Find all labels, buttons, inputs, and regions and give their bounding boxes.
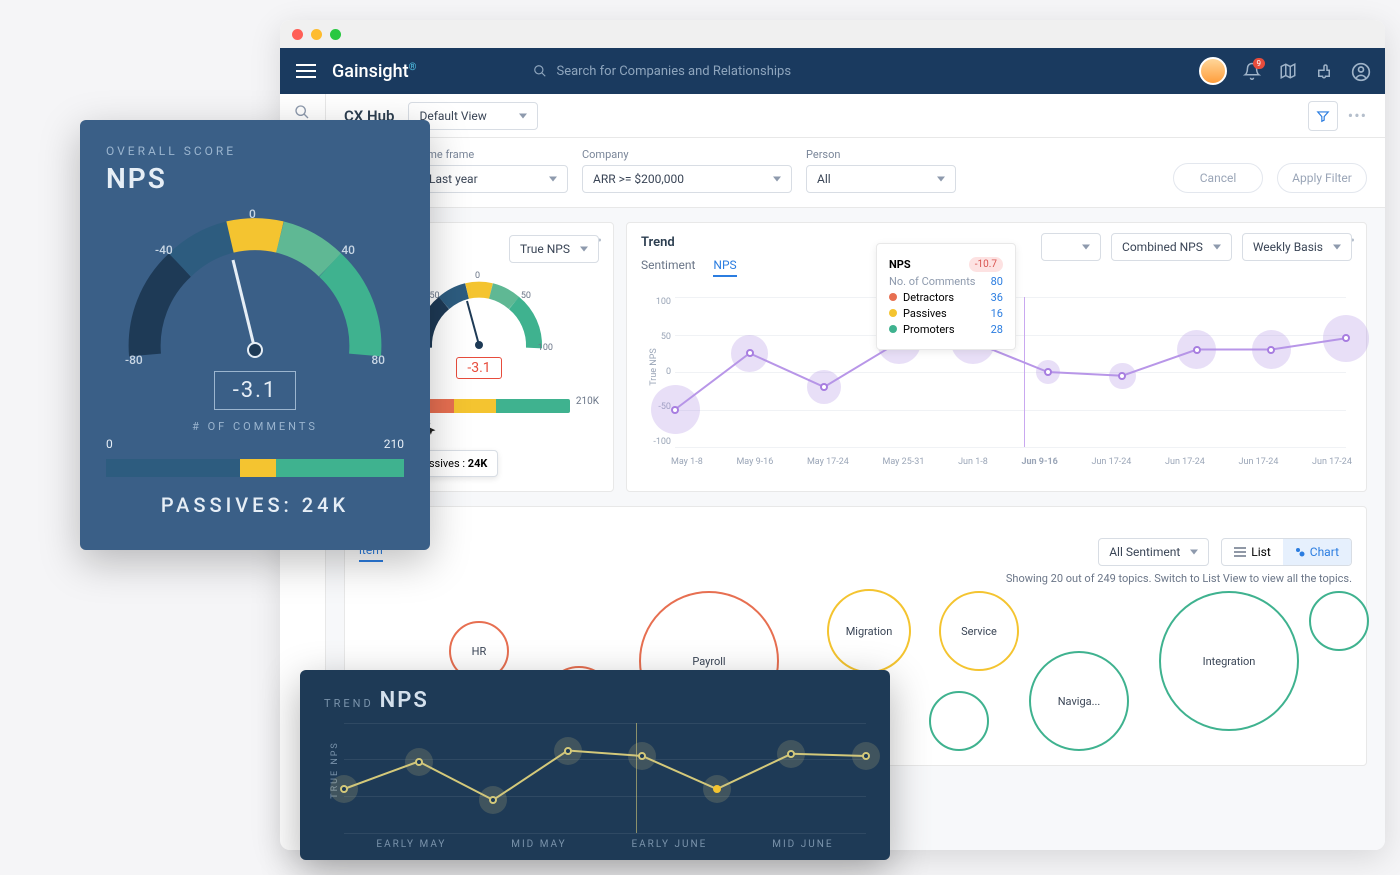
person-label: Person xyxy=(806,148,956,161)
overall-score-card: OVERALL SCORE NPS -80 -40 0 40 80 -3.1 #… xyxy=(80,120,430,550)
big-gauge: -80 -40 0 40 80 xyxy=(115,205,395,365)
close-window-dot[interactable] xyxy=(292,29,303,40)
topic-bubble[interactable] xyxy=(1309,591,1369,651)
maximize-window-dot[interactable] xyxy=(330,29,341,40)
trend-card: TREND NPS TRUE NPS EARLY MAYMID MAYEARLY… xyxy=(300,670,890,860)
minimize-window-dot[interactable] xyxy=(311,29,322,40)
passives-readout: PASSIVES: 24K xyxy=(106,493,404,517)
user-avatar[interactable] xyxy=(1199,57,1227,85)
big-nps-value: -3.1 xyxy=(214,371,297,410)
topic-bubble[interactable]: Migration xyxy=(827,589,911,673)
trend-metric-select[interactable]: Combined NPS xyxy=(1111,233,1232,261)
filters-row: Source Time frameLast year CompanyARR >=… xyxy=(326,138,1385,208)
top-nav: Gainsight® Search for Companies and Rela… xyxy=(280,48,1385,94)
trend-extra-select[interactable] xyxy=(1041,233,1101,261)
trend-panel: ••• Trend Sentiment NPS Combined NPS Wee… xyxy=(626,222,1367,492)
hub-more-icon[interactable]: ••• xyxy=(1348,106,1367,125)
topic-bubble[interactable]: Integration xyxy=(1159,591,1299,731)
small-gauge: -100 -50 0 50 100 xyxy=(409,273,549,353)
view-toggle: List Chart xyxy=(1221,538,1352,566)
chart-view-button[interactable]: Chart xyxy=(1283,539,1351,565)
top-actions: 9 xyxy=(1243,62,1369,80)
company-select[interactable]: ARR >= $200,000 xyxy=(582,165,792,193)
global-search[interactable]: Search for Companies and Relationships xyxy=(533,64,1184,79)
trend-basis-select[interactable]: Weekly Basis xyxy=(1242,233,1352,261)
timeframe-label: Time frame xyxy=(418,148,568,161)
panels-row: ••• True NPS -100 -50 0 50 xyxy=(326,208,1385,506)
brand-logo: Gainsight® xyxy=(332,61,417,82)
cancel-button[interactable]: Cancel xyxy=(1173,163,1263,193)
apply-filter-button[interactable]: Apply Filter xyxy=(1277,163,1367,193)
search-icon xyxy=(533,64,547,78)
trend-controls: Combined NPS Weekly Basis xyxy=(1041,233,1352,261)
hamburger-icon[interactable] xyxy=(296,64,316,78)
topic-bubble[interactable]: Service xyxy=(939,591,1019,671)
trend-card-title: NPS xyxy=(380,688,429,713)
showing-text: Showing 20 out of 249 topics. Switch to … xyxy=(359,572,1352,585)
trend-tooltip: NPS-10.7 No. of Comments80 Detractors36P… xyxy=(876,243,1016,350)
list-view-button[interactable]: List xyxy=(1222,539,1283,565)
small-nps-value: -3.1 xyxy=(456,357,501,379)
overall-score-label: OVERALL SCORE xyxy=(106,144,404,158)
person-select[interactable]: All xyxy=(806,165,956,193)
nps-heading: NPS xyxy=(106,162,404,195)
topic-bubble[interactable] xyxy=(929,691,989,751)
tab-nps[interactable]: NPS xyxy=(713,258,736,277)
trend-card-plot xyxy=(344,723,866,833)
hub-header: CX Hub Default View ••• xyxy=(326,94,1385,138)
window-titlebar xyxy=(280,20,1385,48)
company-label: Company xyxy=(582,148,792,161)
filter-button[interactable] xyxy=(1308,101,1338,131)
profile-icon[interactable] xyxy=(1351,62,1369,80)
search-placeholder: Search for Companies and Relationships xyxy=(557,64,792,79)
puzzle-icon[interactable] xyxy=(1315,62,1333,80)
map-icon[interactable] xyxy=(1279,62,1297,80)
notification-badge: 9 xyxy=(1253,58,1266,69)
tab-sentiment[interactable]: Sentiment xyxy=(641,258,695,277)
topic-bubble[interactable]: Naviga... xyxy=(1029,651,1129,751)
sentiment-select[interactable]: All Sentiment xyxy=(1098,538,1209,566)
big-comments-bar xyxy=(106,459,404,477)
timeframe-select[interactable]: Last year xyxy=(418,165,568,193)
comments-label: # OF COMMENTS xyxy=(106,420,404,433)
trend-card-label: TREND xyxy=(324,697,374,710)
nps-metric-select[interactable]: True NPS xyxy=(509,235,599,263)
bell-icon[interactable]: 9 xyxy=(1243,62,1261,80)
